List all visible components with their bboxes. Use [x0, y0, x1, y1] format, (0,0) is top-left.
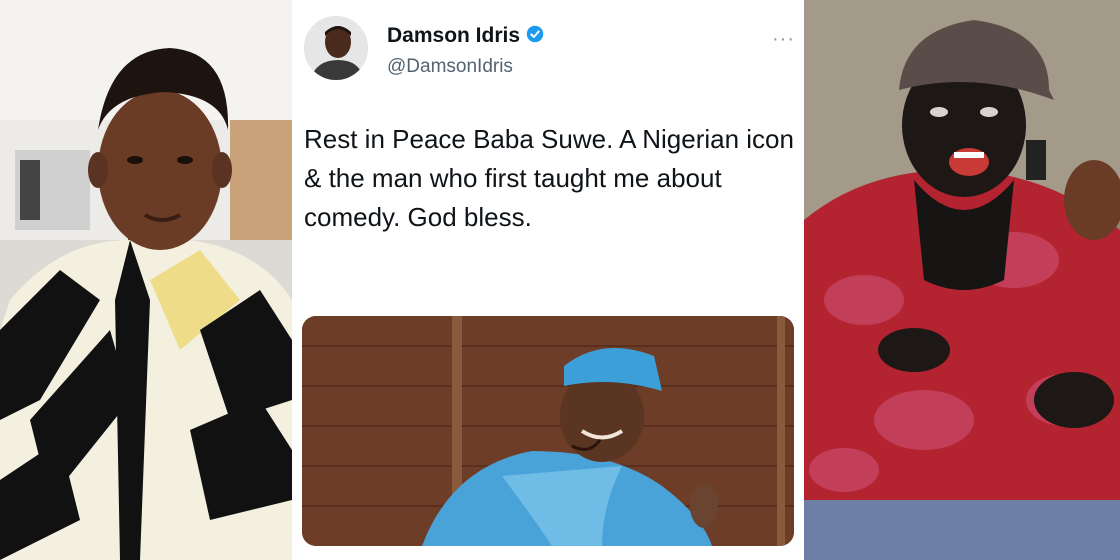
baba-suwe-performing-photo — [804, 0, 1120, 560]
portrait-damson-idris — [0, 0, 292, 560]
avatar[interactable] — [304, 16, 368, 80]
display-name[interactable]: Damson Idris — [387, 24, 520, 48]
more-options-icon[interactable]: ··· — [772, 28, 795, 51]
avatar-image — [304, 16, 368, 80]
verified-badge-icon — [526, 25, 544, 48]
baba-suwe-photo — [302, 316, 794, 546]
tweet-text: Rest in Peace Baba Suwe. A Nigerian icon… — [304, 124, 794, 232]
user-handle[interactable]: @DamsonIdris — [387, 56, 513, 78]
tweet-media-image[interactable] — [302, 316, 794, 546]
left-photo — [0, 0, 292, 560]
right-photo — [804, 0, 1120, 560]
tweet-card: Damson Idris @DamsonIdris ··· Rest in Pe… — [292, 0, 804, 560]
